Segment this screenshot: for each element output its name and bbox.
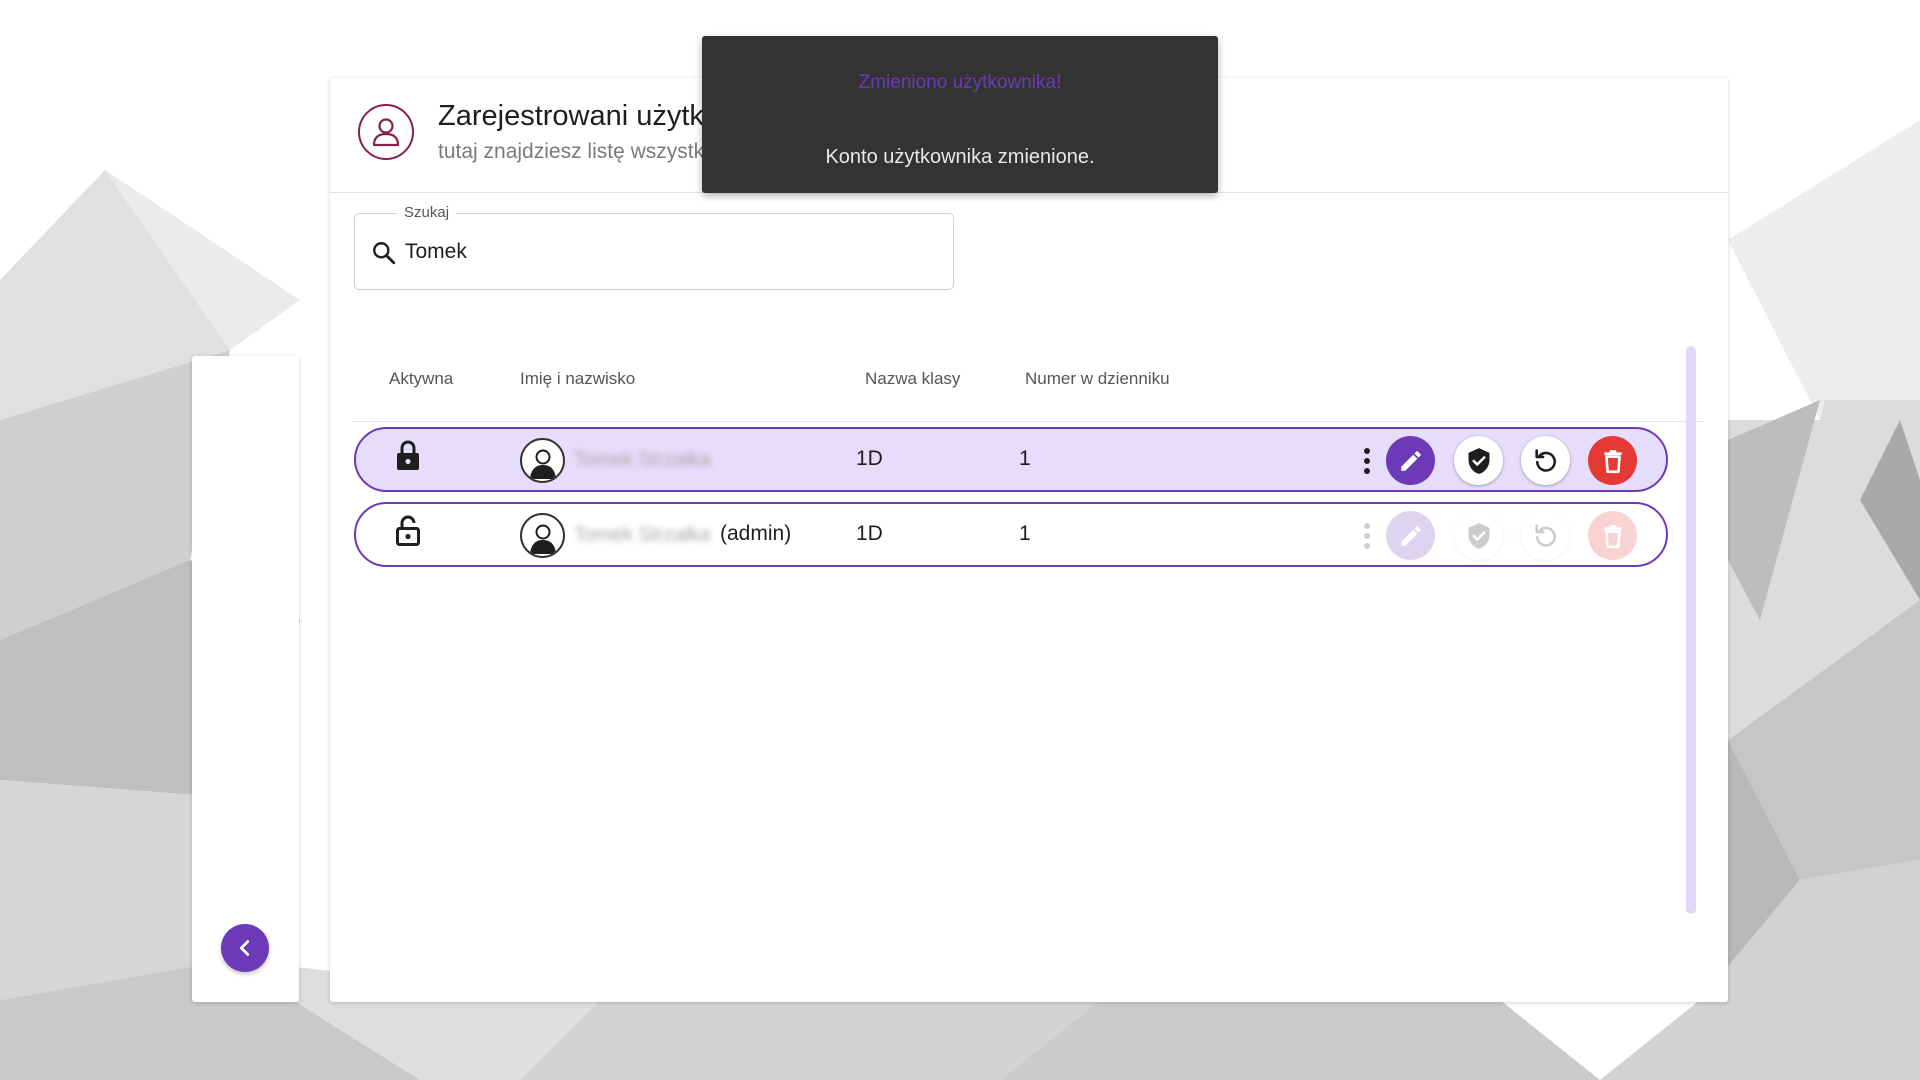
shield-check-icon	[1468, 447, 1489, 474]
toast-notification: Zmieniono użytkownika! Konto użytkownika…	[702, 36, 1218, 193]
user-role-suffix: (admin)	[720, 522, 792, 545]
delete-user-button[interactable]	[1588, 436, 1637, 485]
trash-icon	[1603, 524, 1622, 548]
collapse-back-button[interactable]	[221, 924, 269, 972]
column-header-journal-number[interactable]: Numer w dzienniku	[1025, 369, 1170, 389]
column-header-active[interactable]: Aktywna	[389, 369, 453, 389]
user-name: Tomek Strzałka	[574, 524, 711, 546]
user-avatar-icon	[520, 438, 565, 483]
journal-number-cell: 1	[1019, 447, 1031, 470]
shield-check-icon	[1468, 522, 1489, 549]
class-name-cell: 1D	[856, 522, 883, 545]
reset-password-button[interactable]	[1521, 436, 1570, 485]
page-subtitle: tutaj znajdziesz listę wszystkich	[438, 140, 731, 163]
lock-closed-icon[interactable]	[394, 439, 422, 473]
lock-open-icon[interactable]	[394, 514, 422, 548]
column-header-class[interactable]: Nazwa klasy	[865, 369, 960, 389]
column-header-name[interactable]: Imię i nazwisko	[520, 369, 635, 389]
toast-message: Konto użytkownika zmienione.	[825, 146, 1095, 168]
toast-title: Zmieniono użytkownika!	[858, 72, 1062, 93]
chevron-left-icon	[239, 940, 250, 956]
user-avatar-icon	[520, 513, 565, 558]
search-icon	[373, 242, 396, 265]
user-outline-icon	[358, 104, 414, 160]
more-vertical-icon[interactable]	[1363, 522, 1371, 550]
reset-icon	[1534, 448, 1556, 472]
users-card: Zarejestrowani użytkownicy tutaj znajdzi…	[330, 78, 1728, 1002]
user-name: Tomek Strzałka	[574, 449, 711, 471]
edit-user-button[interactable]	[1386, 436, 1435, 485]
verify-user-button[interactable]	[1454, 436, 1503, 485]
pencil-icon	[1400, 450, 1421, 471]
table-row[interactable]: Tomek Strzałka (admin) 1D 1	[354, 502, 1668, 567]
delete-user-button[interactable]	[1588, 511, 1637, 560]
journal-number-cell: 1	[1019, 522, 1031, 545]
table-scrollbar[interactable]	[1686, 346, 1696, 914]
verify-user-button[interactable]	[1454, 511, 1503, 560]
table-header-divider	[352, 421, 1704, 422]
search-input[interactable]	[405, 236, 925, 268]
search-field[interactable]: Szukaj	[354, 204, 954, 290]
reset-icon	[1534, 523, 1556, 547]
search-label: Szukaj	[397, 204, 457, 221]
reset-password-button[interactable]	[1521, 511, 1570, 560]
side-panel	[192, 356, 299, 1002]
edit-user-button[interactable]	[1386, 511, 1435, 560]
pencil-icon	[1400, 525, 1421, 546]
table-row[interactable]: Tomek Strzałka 1D 1	[354, 427, 1668, 492]
trash-icon	[1603, 449, 1622, 473]
more-vertical-icon[interactable]	[1363, 447, 1371, 475]
class-name-cell: 1D	[856, 447, 883, 470]
